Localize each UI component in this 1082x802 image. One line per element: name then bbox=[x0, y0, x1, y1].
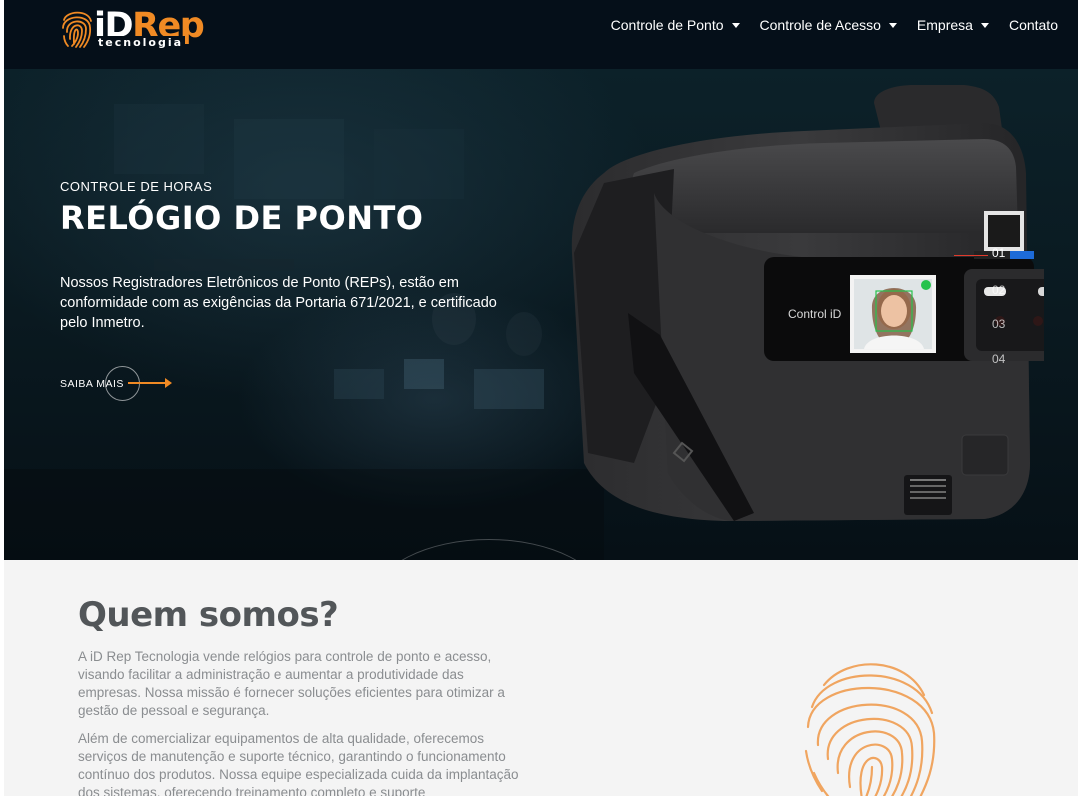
caret-down-icon bbox=[731, 22, 740, 28]
about-title: Quem somos? bbox=[78, 595, 339, 635]
active-slide-indicator bbox=[954, 255, 988, 256]
fingerprint-logo-icon bbox=[62, 11, 92, 48]
slide-dot-04[interactable]: 04 bbox=[992, 352, 1005, 366]
main-nav: Controle de Ponto Controle de Acesso Emp… bbox=[611, 17, 1058, 33]
nav-item-contato[interactable]: Contato bbox=[1009, 17, 1058, 33]
hero-eyebrow: CONTROLE DE HORAS bbox=[60, 179, 213, 194]
slide-dot-01[interactable]: 01 bbox=[992, 246, 1005, 260]
logo[interactable]: iDRep tecnologia bbox=[60, 6, 205, 50]
site-header: iDRep tecnologia Controle de Ponto Contr… bbox=[4, 0, 1078, 69]
nav-label: Empresa bbox=[916, 17, 973, 33]
fingerprint-icon bbox=[804, 663, 936, 796]
page-frame: iDRep tecnologia Controle de Ponto Contr… bbox=[4, 0, 1078, 796]
nav-label: Contato bbox=[1008, 17, 1058, 33]
nav-item-controle-de-ponto[interactable]: Controle de Ponto bbox=[611, 17, 740, 33]
logo-subtitle: tecnologia bbox=[96, 36, 186, 49]
saiba-mais-button[interactable]: SAIBA MAIS bbox=[60, 366, 190, 404]
slide-dot-03[interactable]: 03 bbox=[992, 317, 1005, 331]
nav-label: Controle de Ponto bbox=[610, 17, 724, 33]
slide-dot-02[interactable]: 02 bbox=[992, 283, 1005, 297]
about-section: Quem somos? A iD Rep Tecnologia vende re… bbox=[4, 560, 1078, 796]
nav-item-empresa[interactable]: Empresa bbox=[917, 17, 989, 33]
caret-down-icon bbox=[980, 22, 989, 28]
hero-slider: CONTROLE DE HORAS RELÓGIO DE PONTO Nosso… bbox=[4, 69, 1078, 560]
hero-title: RELÓGIO DE PONTO bbox=[60, 199, 424, 237]
about-paragraph: Além de comercializar equipamentos de al… bbox=[78, 731, 519, 796]
about-paragraph: A iD Rep Tecnologia vende relógios para … bbox=[78, 649, 505, 718]
device-brand-text: Control iD bbox=[788, 307, 842, 321]
hero-description: Nossos Registradores Eletrônicos de Pont… bbox=[60, 275, 497, 331]
arrow-right-icon bbox=[128, 378, 172, 388]
nav-item-controle-de-acesso[interactable]: Controle de Acesso bbox=[760, 17, 897, 33]
time-clock-device-image: Control iD bbox=[571, 85, 1044, 521]
caret-down-icon bbox=[888, 22, 897, 28]
nav-label: Controle de Acesso bbox=[759, 17, 881, 33]
